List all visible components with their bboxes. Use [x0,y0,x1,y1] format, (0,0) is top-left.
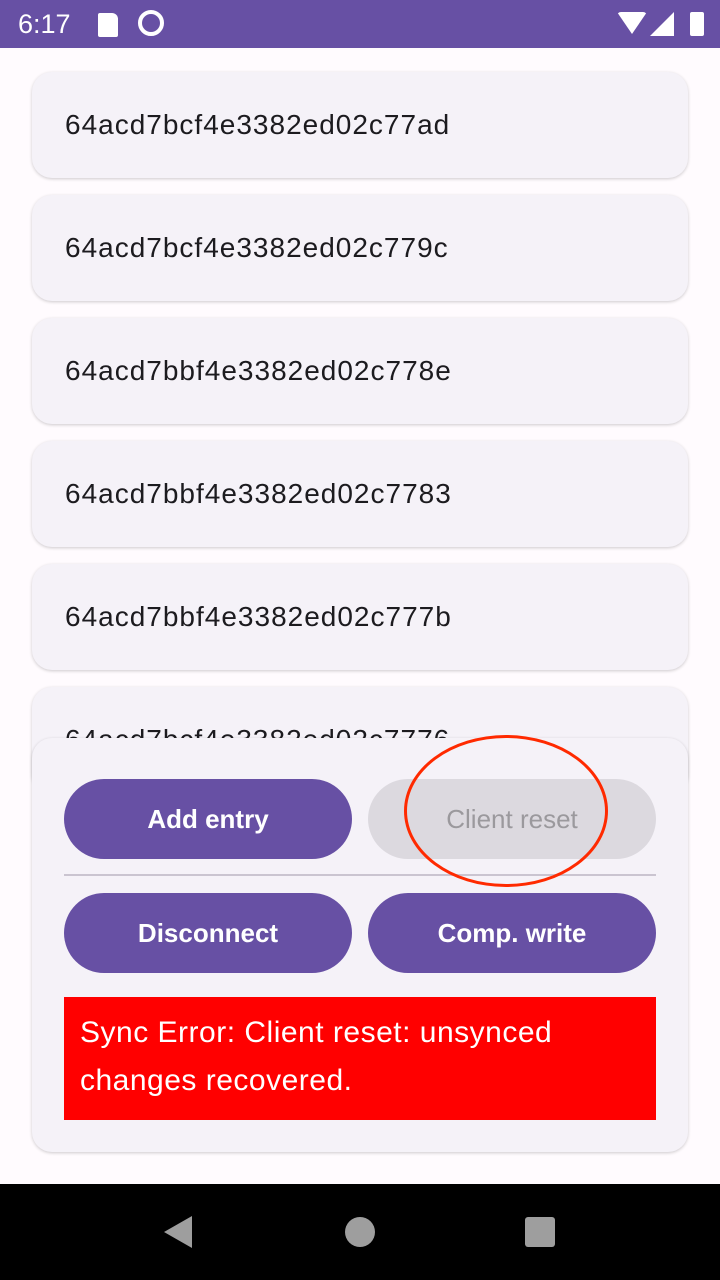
disconnect-button[interactable]: Disconnect [64,893,352,973]
divider [64,874,656,876]
sync-error-banner: Sync Error: Client reset: unsynced chang… [64,997,656,1120]
home-icon[interactable] [345,1217,375,1247]
entry-id: 64acd7bcf4e3382ed02c779c [65,232,449,263]
entry-list[interactable]: 64acd7bcf4e3382ed02c77ad 64acd7bcf4e3382… [32,72,688,810]
list-item[interactable]: 64acd7bbf4e3382ed02c777b [32,564,688,670]
list-item[interactable]: 64acd7bcf4e3382ed02c77ad [32,72,688,178]
recents-icon[interactable] [525,1217,555,1247]
comp-write-button[interactable]: Comp. write [368,893,656,973]
back-icon[interactable] [164,1216,192,1248]
cell-signal-icon [650,12,674,36]
wifi-icon [617,12,647,34]
entry-id: 64acd7bbf4e3382ed02c777b [65,601,452,632]
battery-icon [690,12,704,36]
list-item[interactable]: 64acd7bbf4e3382ed02c7783 [32,441,688,547]
status-bar: 6:17 [0,0,720,48]
list-item[interactable]: 64acd7bbf4e3382ed02c778e [32,318,688,424]
clock: 6:17 [18,9,71,39]
entry-id: 64acd7bbf4e3382ed02c778e [65,355,452,386]
app-notification-icon [138,10,164,36]
entry-id: 64acd7bbf4e3382ed02c7783 [65,478,452,509]
add-entry-button[interactable]: Add entry [64,779,352,859]
sd-card-icon [98,13,118,37]
entry-id: 64acd7bcf4e3382ed02c77ad [65,109,451,140]
list-item[interactable]: 64acd7bcf4e3382ed02c779c [32,195,688,301]
highlight-circle-annotation [404,735,608,887]
